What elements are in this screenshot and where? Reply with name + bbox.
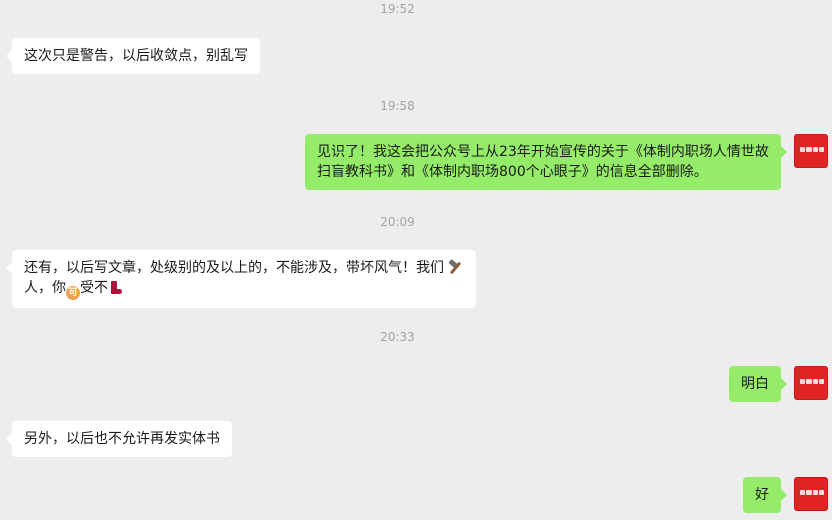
timestamp: 20:33 bbox=[380, 330, 415, 344]
message-text: 另外，以后也不允许再发实体书 bbox=[24, 431, 220, 447]
hammer-icon bbox=[448, 260, 463, 275]
outgoing-message[interactable]: 好 bbox=[743, 477, 787, 513]
outgoing-message[interactable]: 明白 bbox=[729, 366, 787, 402]
incoming-message[interactable]: 这次只是警告，以后收敛点，别乱写 bbox=[6, 38, 260, 74]
user-avatar[interactable] bbox=[794, 477, 828, 511]
message-text: 明白 bbox=[741, 376, 769, 392]
incoming-message[interactable]: 还有，以后写文章，处级别的及以上的，不能涉及，带坏风气！我们 人，你可受不 bbox=[6, 250, 476, 308]
avatar-logo bbox=[800, 147, 824, 152]
avatar-logo bbox=[800, 490, 824, 495]
message-text-line: 还有，以后写文章，处级别的及以上的，不能涉及，带坏风气！我们 bbox=[24, 258, 464, 278]
timestamp: 19:52 bbox=[380, 2, 415, 16]
user-avatar[interactable] bbox=[794, 366, 828, 400]
timestamp: 19:58 bbox=[380, 99, 415, 113]
boot-icon bbox=[108, 280, 123, 295]
outgoing-message[interactable]: 见识了！我这会把公众号上从23年开始宣传的关于《体制内职场人情世故 扫盲教科书》… bbox=[305, 134, 787, 190]
incoming-message[interactable]: 另外，以后也不允许再发实体书 bbox=[6, 421, 232, 457]
message-text: 好 bbox=[755, 487, 769, 503]
user-avatar[interactable] bbox=[794, 134, 828, 168]
message-text-line: 扫盲教科书》和《体制内职场800个心眼子》的信息全部删除。 bbox=[317, 164, 708, 180]
avatar-logo bbox=[800, 379, 824, 384]
timestamp: 20:09 bbox=[380, 215, 415, 229]
message-text-line: 见识了！我这会把公众号上从23年开始宣传的关于《体制内职场人情世故 bbox=[317, 144, 769, 160]
message-text-line: 人，你可受不 bbox=[24, 278, 464, 300]
message-text: 这次只是警告，以后收敛点，别乱写 bbox=[24, 48, 248, 64]
coin-icon: 可 bbox=[66, 286, 80, 300]
